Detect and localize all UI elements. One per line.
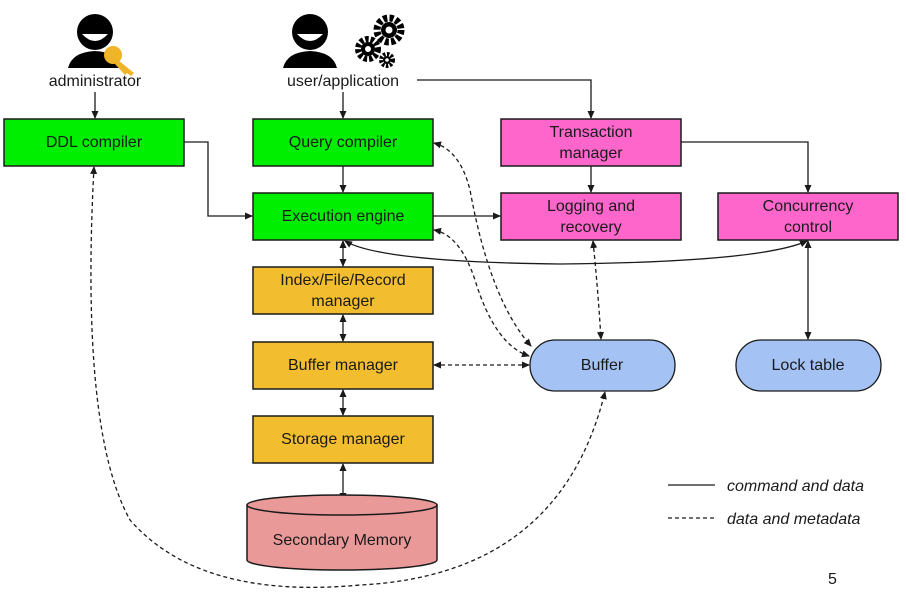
- buffer-manager-label: Buffer manager: [288, 357, 399, 374]
- command-connectors: [91, 79, 812, 501]
- administrator-label: administrator: [49, 73, 142, 90]
- storage-manager-box[interactable]: Storage manager: [252, 415, 434, 464]
- concurrency-control-label-line2: control: [784, 219, 832, 236]
- secondary-memory-cylinder[interactable]: Secondary Memory: [246, 494, 438, 571]
- transaction-manager-box[interactable]: Transaction manager: [500, 118, 682, 167]
- transaction-manager-label-line2: manager: [559, 145, 623, 162]
- legend-dashed-label: data and metadata: [727, 511, 861, 528]
- legend-solid-label: command and data: [727, 478, 864, 495]
- secondary-memory-label: Secondary Memory: [273, 532, 412, 549]
- query-compiler-box[interactable]: Query compiler: [252, 118, 434, 167]
- gears-icon: [355, 14, 405, 68]
- user-icon: [283, 14, 337, 68]
- user-application-label: user/application: [287, 73, 399, 90]
- ddl-compiler-box[interactable]: DDL compiler: [3, 118, 185, 167]
- transaction-manager-label-line1: Transaction: [550, 124, 633, 141]
- administrator-icon: [68, 14, 134, 76]
- lock-table-pill[interactable]: Lock table: [735, 339, 882, 392]
- ddl-compiler-label: DDL compiler: [46, 134, 143, 151]
- concurrency-control-label-line1: Concurrency: [763, 198, 854, 215]
- index-file-record-label-line1: Index/File/Record: [280, 272, 405, 289]
- concurrency-control-box[interactable]: Concurrency control: [717, 192, 899, 241]
- key-icon: [104, 46, 134, 76]
- buffer-pill[interactable]: Buffer: [529, 339, 676, 392]
- lock-table-label: Lock table: [772, 357, 845, 374]
- dbms-architecture-diagram: administrator user/application DDL compi…: [3, 14, 899, 588]
- storage-manager-label: Storage manager: [281, 431, 405, 448]
- buffer-manager-box[interactable]: Buffer manager: [252, 341, 434, 390]
- index-file-record-manager-box[interactable]: Index/File/Record manager: [252, 266, 434, 315]
- page-number: 5: [828, 571, 837, 588]
- query-compiler-label: Query compiler: [289, 134, 398, 151]
- logging-recovery-label-line1: Logging and: [547, 198, 635, 215]
- legend: command and data data and metadata: [668, 478, 864, 528]
- execution-engine-box[interactable]: Execution engine: [252, 192, 434, 241]
- buffer-label: Buffer: [581, 357, 624, 374]
- logging-recovery-box[interactable]: Logging and recovery: [500, 192, 682, 241]
- logging-recovery-label-line2: recovery: [560, 219, 621, 236]
- execution-engine-label: Execution engine: [282, 208, 405, 225]
- index-file-record-label-line2: manager: [311, 293, 375, 310]
